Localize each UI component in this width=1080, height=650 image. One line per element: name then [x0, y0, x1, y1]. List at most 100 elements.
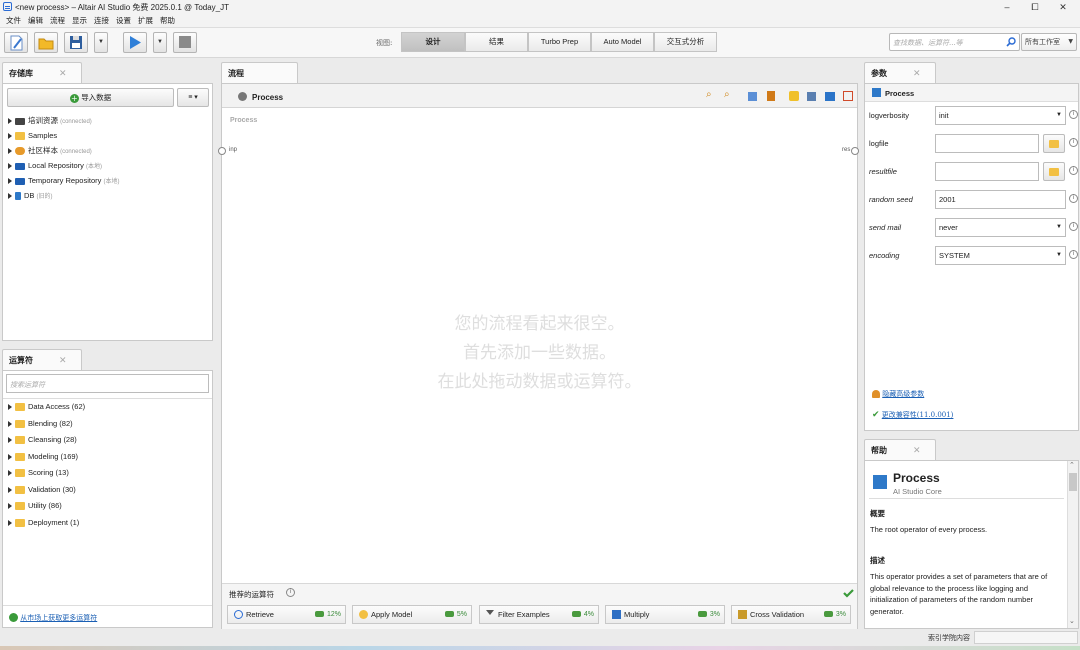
encoding-select[interactable]: SYSTEM ▼ — [935, 246, 1066, 265]
operator-group-validation[interactable]: Validation (30) — [8, 483, 76, 497]
info-icon[interactable]: i — [1069, 166, 1078, 175]
fit-icon[interactable] — [843, 91, 853, 101]
repo-item-db[interactable]: DB (旧的) — [8, 189, 53, 203]
menu-file[interactable]: 文件 — [6, 14, 21, 28]
operator-group-deployment[interactable]: Deployment (1) — [8, 516, 79, 530]
rec-cross-validation-button[interactable]: Cross Validation 3% — [731, 605, 851, 624]
notes-icon[interactable] — [767, 91, 775, 101]
repo-item-community[interactable]: 社区样本 (connected) — [8, 144, 92, 158]
menu-extensions[interactable]: 扩展 — [138, 14, 153, 28]
save-button[interactable] — [64, 32, 88, 53]
scroll-down-icon[interactable]: ⌄ — [1069, 617, 1075, 625]
expand-arrow-icon[interactable] — [8, 404, 12, 411]
logverbosity-select[interactable]: init ▼ — [935, 106, 1066, 125]
rec-retrieve-button[interactable]: Retrieve 12% — [227, 605, 346, 624]
view-tab-interactive-analysis[interactable]: 交互式分析 — [654, 32, 717, 52]
close-button[interactable]: ✕ — [1046, 0, 1080, 14]
close-icon[interactable]: ✕ — [913, 63, 921, 84]
tab-parameters[interactable]: 参数 ✕ — [864, 62, 936, 84]
expand-arrow-icon[interactable] — [8, 487, 12, 494]
info-icon[interactable]: i — [286, 588, 295, 597]
expand-arrow-icon[interactable] — [8, 454, 12, 461]
zoom-out-icon[interactable]: ⌕ — [724, 89, 730, 100]
random-seed-input[interactable]: 2001 — [935, 190, 1066, 209]
input-port[interactable] — [218, 147, 226, 155]
repo-item-local[interactable]: Local Repository (本地) — [8, 159, 102, 173]
resultfile-input[interactable] — [935, 162, 1039, 181]
hide-advanced-link[interactable]: 隐藏高级参数 — [882, 390, 924, 398]
expand-arrow-icon[interactable] — [8, 178, 12, 185]
import-data-button[interactable]: + 导入数据 — [7, 88, 174, 107]
info-icon[interactable]: i — [1069, 138, 1078, 147]
run-button[interactable] — [123, 32, 147, 53]
scroll-up-icon[interactable]: ⌃ — [1069, 461, 1075, 469]
info-icon[interactable]: i — [1069, 250, 1078, 259]
view-tab-results[interactable]: 结果 — [465, 32, 528, 52]
info-icon[interactable]: i — [1069, 222, 1078, 231]
info-icon[interactable]: i — [1069, 194, 1078, 203]
expand-arrow-icon[interactable] — [8, 520, 12, 527]
expand-arrow-icon[interactable] — [8, 163, 12, 170]
search-scope-select[interactable]: 所有工作室 ▼ — [1021, 33, 1077, 51]
view-tab-design[interactable]: 设计 — [401, 32, 465, 52]
arrange-icon[interactable] — [748, 92, 757, 101]
expand-arrow-icon[interactable] — [8, 437, 12, 444]
send-mail-select[interactable]: never ▼ — [935, 218, 1066, 237]
stop-button[interactable] — [173, 32, 197, 53]
help-scrollbar[interactable]: ⌃ ⌄ — [1067, 461, 1078, 628]
expand-arrow-icon[interactable] — [8, 118, 12, 125]
close-icon[interactable]: ✕ — [59, 350, 67, 371]
save-dropdown-button[interactable]: ▼ — [94, 32, 108, 53]
repo-item-temporary[interactable]: Temporary Repository (本地) — [8, 174, 119, 188]
expand-arrow-icon[interactable] — [8, 133, 12, 140]
menu-view[interactable]: 显示 — [72, 14, 87, 28]
operator-group-scoring[interactable]: Scoring (13) — [8, 466, 69, 480]
logfile-browse-button[interactable] — [1043, 134, 1065, 153]
compatibility-link[interactable]: 更改兼容性(11.0.001) — [882, 411, 954, 419]
check-icon[interactable] — [843, 589, 854, 598]
connect-ports-icon[interactable] — [807, 92, 816, 101]
expand-arrow-icon[interactable] — [8, 503, 12, 510]
menu-help[interactable]: 帮助 — [160, 14, 175, 28]
tab-process[interactable]: 流程 — [221, 62, 298, 84]
tab-operators[interactable]: 运算符 ✕ — [2, 349, 82, 371]
operator-group-modeling[interactable]: Modeling (169) — [8, 450, 78, 464]
rec-multiply-button[interactable]: Multiply 3% — [605, 605, 725, 624]
open-button[interactable] — [34, 32, 58, 53]
resultfile-browse-button[interactable] — [1043, 162, 1065, 181]
menu-connections[interactable]: 连接 — [94, 14, 109, 28]
result-port[interactable] — [851, 147, 859, 155]
auto-wire-icon[interactable] — [825, 92, 835, 101]
index-search-input[interactable] — [974, 631, 1078, 644]
repo-item-training[interactable]: 培训资源 (connected) — [8, 114, 92, 128]
scrollbar-thumb[interactable] — [1069, 473, 1077, 491]
menu-process[interactable]: 流程 — [50, 14, 65, 28]
expand-arrow-icon[interactable] — [8, 421, 12, 428]
operator-group-blending[interactable]: Blending (82) — [8, 417, 73, 431]
marketplace-link[interactable]: 从市场上获取更多运算符 — [20, 614, 97, 622]
view-tab-turbo-prep[interactable]: Turbo Prep — [528, 32, 591, 52]
menu-settings[interactable]: 设置 — [116, 14, 131, 28]
breadcrumb[interactable]: Process — [252, 93, 283, 102]
rec-filter-examples-button[interactable]: Filter Examples 4% — [479, 605, 599, 624]
expand-arrow-icon[interactable] — [8, 193, 12, 200]
expand-arrow-icon[interactable] — [8, 470, 12, 477]
operator-group-data-access[interactable]: Data Access (62) — [8, 400, 85, 414]
zoom-in-icon[interactable]: ⌕ — [706, 89, 712, 100]
repo-item-samples[interactable]: Samples — [8, 129, 57, 143]
global-search-input[interactable]: 查找数据、运算符...等 — [889, 33, 1020, 51]
expand-arrow-icon[interactable] — [8, 148, 12, 155]
operator-group-utility[interactable]: Utility (86) — [8, 499, 62, 513]
new-process-button[interactable] — [4, 32, 28, 53]
tab-repository[interactable]: 存储库 ✕ — [2, 62, 82, 84]
operator-group-cleansing[interactable]: Cleansing (28) — [8, 433, 77, 447]
tab-help[interactable]: 帮助 ✕ — [864, 439, 936, 461]
run-dropdown-button[interactable]: ▼ — [153, 32, 167, 53]
close-icon[interactable]: ✕ — [59, 63, 67, 84]
logfile-input[interactable] — [935, 134, 1039, 153]
rec-apply-model-button[interactable]: Apply Model 5% — [352, 605, 472, 624]
repository-menu-button[interactable]: ≡ ▾ — [177, 88, 209, 107]
info-icon[interactable]: i — [1069, 110, 1078, 119]
close-icon[interactable]: ✕ — [913, 440, 921, 461]
view-tab-auto-model[interactable]: Auto Model — [591, 32, 654, 52]
